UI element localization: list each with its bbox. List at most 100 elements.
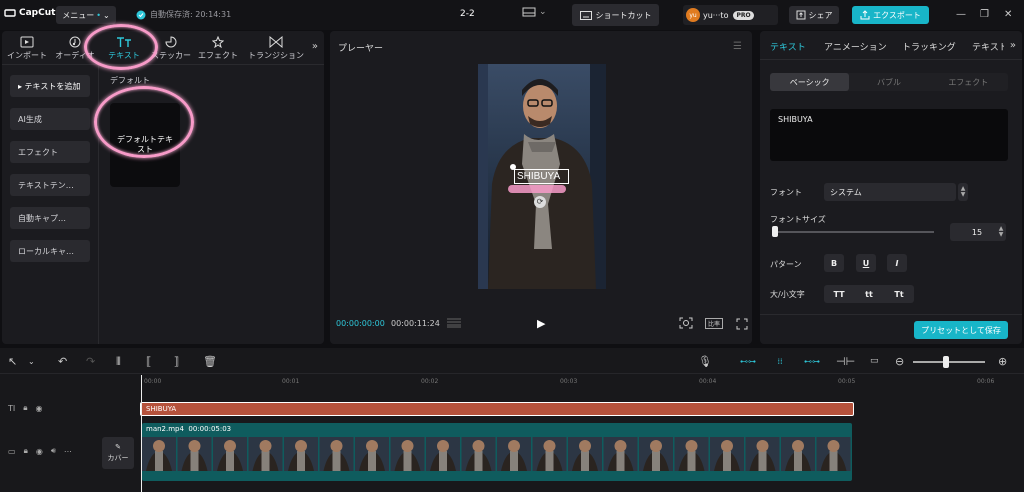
caption-icon[interactable]: ▭: [870, 356, 879, 366]
lock-icon[interactable]: 🔒︎: [24, 446, 28, 456]
rotate-icon[interactable]: ⟳: [534, 196, 546, 208]
ruler-mark: 00:04: [699, 378, 717, 385]
share-button[interactable]: シェア: [789, 6, 839, 24]
highlight-annotation: [508, 185, 566, 193]
zoom-out-icon[interactable]: ⊖: [895, 355, 904, 368]
sidebar-item-ai[interactable]: AI生成: [10, 108, 90, 130]
text-clip[interactable]: SHIBUYA: [140, 402, 854, 416]
top-bar: CapCut メニュー • ⌄ 自動保存済: 20:14:31 2-2 ⌄ ショ…: [0, 0, 1024, 30]
ruler-mark: 00:00: [144, 378, 162, 385]
microphone-icon[interactable]: 🎙: [698, 355, 712, 368]
tab-text-properties[interactable]: テキスト: [770, 40, 806, 53]
sidebar-item-effect[interactable]: エフェクト: [10, 141, 90, 163]
font-size-slider[interactable]: [774, 231, 934, 233]
undo-icon[interactable]: ↶: [58, 355, 67, 368]
check-circle-icon: [136, 10, 146, 19]
font-size-stepper[interactable]: ▲ ▼: [996, 223, 1006, 241]
tab-animation[interactable]: アニメーション: [824, 40, 887, 53]
delete-icon[interactable]: 🗑: [203, 355, 217, 368]
tab-text-template[interactable]: テキスト: [972, 40, 1004, 53]
menu-button[interactable]: メニュー • ⌄: [56, 6, 116, 24]
select-cursor-icon[interactable]: ↖: [8, 355, 17, 368]
shortcut-button[interactable]: ショートカット: [572, 4, 659, 26]
split-right-icon[interactable]: ⟧: [174, 355, 179, 368]
clip-thumbnail: [461, 437, 496, 471]
italic-button[interactable]: I: [887, 254, 907, 272]
link-icon[interactable]: ⊷⊶: [802, 354, 822, 368]
layout-button[interactable]: ⌄: [522, 7, 547, 17]
chevron-down-icon[interactable]: ⌄: [28, 357, 35, 366]
sidebar-item-auto-caption[interactable]: 自動キャプ…: [10, 207, 90, 229]
lock-icon[interactable]: 🔒︎: [23, 403, 27, 413]
export-button[interactable]: エクスポート: [852, 6, 929, 24]
play-button[interactable]: ▶: [537, 317, 545, 330]
clip-thumbnail: [674, 437, 709, 471]
menu-icon[interactable]: ☰: [733, 41, 742, 52]
time-ruler[interactable]: 00:00 00:01 00:02 00:03 00:04 00:05 00:0…: [140, 375, 1024, 389]
tab-label: インポート: [7, 50, 47, 60]
text-overlay-box[interactable]: SHIBUYA: [514, 169, 569, 184]
ratio-button[interactable]: 比率: [705, 318, 724, 329]
tab-transition[interactable]: トランジション: [248, 33, 304, 63]
tab-tracking[interactable]: トラッキング: [902, 40, 956, 53]
audio-icon[interactable]: 🔊︎: [51, 446, 56, 456]
font-stepper[interactable]: ▲ ▼: [958, 183, 968, 201]
chevron-down-icon: •: [96, 10, 101, 20]
sidebar-item-local-caption[interactable]: ローカルキャ…: [10, 240, 90, 262]
font-select[interactable]: システム: [824, 183, 956, 201]
more-tabs-icon[interactable]: »: [312, 41, 318, 52]
case-label: 大/小文字: [770, 290, 805, 299]
split-left-icon[interactable]: ⟦: [146, 355, 151, 368]
clip-info: man2.mp4 00:00:05:03: [146, 425, 231, 433]
case-title-button[interactable]: Tt: [884, 285, 914, 303]
highlight-annotation: [94, 86, 194, 158]
waveform-icon[interactable]: [446, 318, 462, 328]
video-preview[interactable]: SHIBUYA ⟳: [478, 64, 606, 289]
split-icon[interactable]: ⦀: [116, 355, 121, 369]
preview-axis-icon[interactable]: ⊣⊢: [836, 355, 855, 368]
segment-effect[interactable]: エフェクト: [929, 73, 1008, 91]
playhead[interactable]: [141, 375, 142, 492]
more-tabs-icon[interactable]: »: [1010, 40, 1016, 51]
redo-icon[interactable]: ↷: [86, 355, 95, 368]
zoom-in-icon[interactable]: ⊕: [998, 355, 1007, 368]
case-upper-button[interactable]: TT: [824, 285, 854, 303]
zoom-slider-thumb[interactable]: [943, 356, 949, 368]
close-icon[interactable]: ✕: [1004, 9, 1012, 20]
segment-basic[interactable]: ベーシック: [770, 73, 850, 91]
save-preset-button[interactable]: プリセットとして保存: [914, 321, 1008, 339]
tab-import[interactable]: インポート: [4, 33, 50, 63]
resize-handle[interactable]: [510, 164, 516, 170]
font-size-slider-thumb[interactable]: [772, 226, 778, 237]
user-account[interactable]: yu yu···to PRO: [683, 5, 778, 25]
app-name: CapCut: [19, 8, 56, 18]
sidebar-item-template[interactable]: テキストテン…: [10, 174, 90, 196]
main-track-magnet-icon[interactable]: ⊷⊶: [738, 354, 758, 368]
text-content-input[interactable]: SHIBUYA: [770, 109, 1008, 161]
auto-snap-icon[interactable]: ⁞⁞: [770, 354, 790, 368]
more-icon[interactable]: ⋯: [64, 447, 72, 456]
ruler-mark: 00:05: [838, 378, 856, 385]
video-clip[interactable]: man2.mp4 00:00:05:03: [142, 423, 852, 481]
bold-button[interactable]: B: [824, 254, 844, 272]
font-label: フォント: [770, 188, 802, 197]
underline-button[interactable]: U: [856, 254, 876, 272]
minimize-icon[interactable]: —: [956, 9, 966, 20]
zoom-slider[interactable]: [913, 361, 985, 363]
clip-duration: 00:00:05:03: [188, 425, 232, 433]
cover-button[interactable]: ✎ カバー: [102, 437, 134, 469]
tab-effect[interactable]: エフェクト: [195, 33, 241, 63]
case-lower-button[interactable]: tt: [854, 285, 884, 303]
sidebar-item-add-text[interactable]: ▸ テキストを追加: [10, 75, 90, 97]
eye-icon[interactable]: ◉: [36, 404, 43, 413]
snapshot-icon[interactable]: [679, 317, 693, 329]
eye-icon[interactable]: ◉: [36, 447, 43, 456]
segment-bubble[interactable]: バブル: [849, 73, 928, 91]
clip-thumbnail: [710, 437, 744, 471]
effect-icon: [212, 35, 224, 48]
export-label: エクスポート: [873, 10, 921, 20]
restore-icon[interactable]: ❐: [980, 9, 989, 20]
ruler-mark: 00:02: [421, 378, 439, 385]
fullscreen-icon[interactable]: [736, 318, 748, 330]
project-name[interactable]: 2-2: [460, 9, 475, 19]
